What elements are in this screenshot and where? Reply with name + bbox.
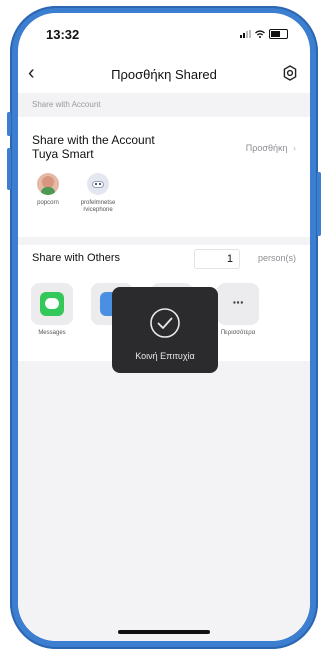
check-circle-icon xyxy=(150,308,180,338)
home-indicator[interactable] xyxy=(118,630,210,634)
side-button xyxy=(7,148,11,190)
status-icons xyxy=(240,29,288,39)
screen: 13:32 ‹ Προσθήκη Shared Share with Accou… xyxy=(18,13,310,641)
app-tile: ··· xyxy=(217,283,259,325)
chevron-right-icon: › xyxy=(293,143,296,153)
status-bar: 13:32 xyxy=(18,13,310,53)
member-name-line2: rvicephone xyxy=(83,207,113,213)
person-count-input[interactable]: 1 xyxy=(194,249,240,269)
section-header-label: Share with Account xyxy=(32,100,101,109)
avatar xyxy=(37,173,59,195)
share-app-messages[interactable]: Messages xyxy=(22,283,82,336)
account-title: Share with the Account Tuya Smart xyxy=(32,133,172,161)
account-title-line2: Tuya Smart xyxy=(32,147,94,161)
member-name: profelmnetse rvicephone xyxy=(68,200,128,214)
gear-icon[interactable] xyxy=(282,65,298,81)
nav-bar: ‹ Προσθήκη Shared xyxy=(18,53,310,93)
toast-message: Κοινή Επιτυχία xyxy=(135,351,195,361)
message-icon xyxy=(40,292,64,316)
member-list: popcorn profelmnetse rvicephone xyxy=(18,173,310,237)
side-button xyxy=(7,112,11,136)
wifi-icon xyxy=(255,30,265,38)
success-toast: Κοινή Επιτυχία xyxy=(112,287,218,373)
add-account-link[interactable]: Προσθήκη › xyxy=(246,143,296,153)
side-button xyxy=(317,172,321,236)
more-icon: ··· xyxy=(232,294,245,310)
member-name-line1: profelmnetse xyxy=(80,200,116,206)
person-count-value: 1 xyxy=(226,253,233,265)
avatar xyxy=(87,173,109,195)
signal-icon xyxy=(240,30,251,38)
app-label: Messages xyxy=(38,330,66,336)
person-unit-label: person(s) xyxy=(257,253,296,263)
section-divider xyxy=(18,237,310,245)
status-time: 13:32 xyxy=(46,27,80,42)
share-with-others-row: Share with Others 1 person(s) xyxy=(18,245,310,271)
empty-area xyxy=(18,361,310,641)
page-title: Προσθήκη Shared xyxy=(111,67,217,82)
member-item[interactable]: profelmnetse rvicephone xyxy=(68,173,128,214)
add-label: Προσθήκη xyxy=(245,143,288,153)
battery-icon xyxy=(269,29,288,39)
account-title-line1: Share with the Account xyxy=(32,133,155,147)
app-tile xyxy=(31,283,73,325)
share-with-others-label: Share with Others xyxy=(32,252,121,264)
share-with-account-header: Share with Account xyxy=(18,93,310,117)
share-account-row[interactable]: Share with the Account Tuya Smart Προσθή… xyxy=(18,117,310,167)
